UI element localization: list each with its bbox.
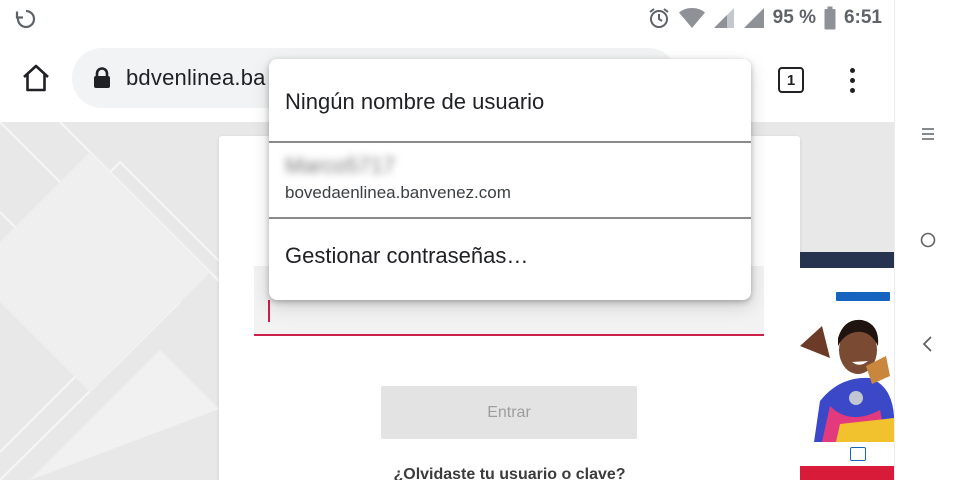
alarm-icon xyxy=(647,6,671,30)
promo-banner[interactable] xyxy=(800,252,894,480)
url-text[interactable]: bdvenlinea.ba xyxy=(126,65,266,91)
manage-passwords-label: Gestionar contraseñas… xyxy=(285,243,529,268)
status-bar: 95 % 6:51 xyxy=(0,0,894,36)
wifi-icon xyxy=(678,7,705,29)
battery-icon xyxy=(824,6,836,30)
home-icon[interactable] xyxy=(16,58,56,98)
manage-passwords-option[interactable]: Gestionar contraseñas… xyxy=(269,219,751,300)
forgot-credentials-link[interactable]: ¿Olvidaste tu usuario o clave? xyxy=(219,466,800,480)
saved-domain: bovedaenlinea.banvenez.com xyxy=(285,183,511,202)
promo-item-icon xyxy=(850,447,866,461)
promo-footer xyxy=(800,466,894,480)
autofill-credential-option[interactable]: Marco5717 bovedaenlinea.banvenez.com xyxy=(269,143,751,217)
promo-header xyxy=(800,252,894,268)
signal-icon xyxy=(713,7,735,29)
menu-dots-icon[interactable] xyxy=(836,64,868,96)
text-caret xyxy=(268,300,270,322)
battery-percent: 95 % xyxy=(772,7,816,28)
signal-icon xyxy=(743,7,765,29)
recents-icon[interactable] xyxy=(916,122,940,146)
back-icon[interactable] xyxy=(916,332,940,356)
system-navigation-bar xyxy=(894,0,960,480)
enter-button[interactable]: Entrar xyxy=(381,386,637,439)
autofill-no-username-option[interactable]: Ningún nombre de usuario xyxy=(269,59,751,141)
clock: 6:51 xyxy=(843,7,882,28)
tab-switcher-button[interactable]: 1 xyxy=(775,64,807,96)
home-circle-icon[interactable] xyxy=(916,228,940,252)
saved-username: Marco5717 xyxy=(285,153,396,178)
status-icons: 95 % 6:51 xyxy=(647,0,882,36)
no-username-label: Ningún nombre de usuario xyxy=(285,89,545,114)
promo-photo xyxy=(800,306,894,442)
tab-count: 1 xyxy=(778,67,804,93)
password-autofill-dropdown: Ningún nombre de usuario Marco5717 boved… xyxy=(269,59,751,300)
lock-icon xyxy=(92,67,112,89)
rotate-icon[interactable] xyxy=(14,7,38,31)
promo-button xyxy=(836,292,890,301)
